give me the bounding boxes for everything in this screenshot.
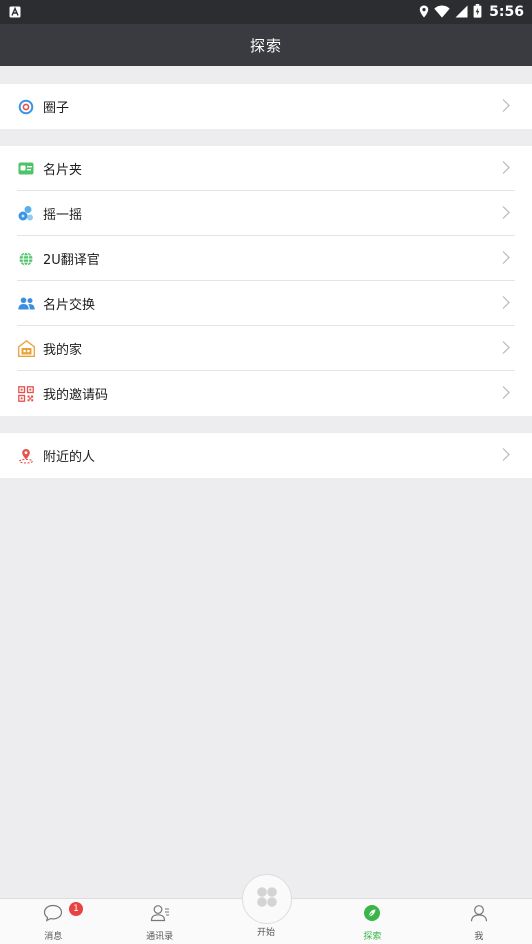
chevron-right-icon	[502, 294, 510, 313]
contacts-icon	[150, 904, 170, 926]
menu-item-label: 圈子	[43, 101, 70, 116]
menu-item-label: 我的邀请码	[43, 388, 109, 403]
people-exchange-icon	[17, 295, 35, 313]
menu-item-nearby-people[interactable]: 附近的人	[0, 433, 532, 478]
tab-explore[interactable]: 探索	[319, 899, 425, 944]
menu-group-tools: 名片夹 摇一摇 2U翻译官 名片交换 我的家 我的邀请码	[0, 146, 532, 416]
shake-icon	[17, 205, 35, 223]
status-bar: 5:56	[0, 0, 532, 24]
chevron-right-icon	[502, 446, 510, 465]
tab-contacts[interactable]: 通讯录	[106, 899, 212, 944]
location-icon	[419, 3, 429, 22]
chevron-right-icon	[502, 97, 510, 116]
page-title: 探索	[249, 36, 282, 55]
translate-globe-icon	[17, 250, 35, 268]
menu-item-label: 名片交换	[43, 298, 96, 313]
tab-label: 消息	[44, 932, 63, 942]
tab-messages[interactable]: 消息 1	[0, 899, 106, 944]
status-time: 5:56	[489, 4, 524, 20]
battery-icon	[473, 3, 482, 22]
notification-a-icon	[9, 3, 21, 22]
menu-item-invite-code[interactable]: 我的邀请码	[0, 371, 532, 416]
tab-me[interactable]: 我	[426, 899, 532, 944]
chevron-right-icon	[502, 384, 510, 403]
menu-group-circle: 圈子	[0, 84, 532, 129]
chevron-right-icon	[502, 159, 510, 178]
app-header: 探索	[0, 24, 532, 66]
start-button[interactable]	[242, 874, 292, 924]
menu-item-card-holder[interactable]: 名片夹	[0, 146, 532, 191]
menu-item-card-exchange[interactable]: 名片交换	[0, 281, 532, 326]
tab-label: 开始	[257, 928, 276, 938]
menu-item-shake[interactable]: 摇一摇	[0, 191, 532, 236]
home-icon	[17, 340, 35, 358]
tab-label: 通讯录	[146, 932, 174, 942]
menu-item-label: 2U翻译官	[43, 253, 100, 268]
chat-bubble-icon	[43, 904, 63, 926]
tab-label: 探索	[363, 932, 382, 942]
menu-item-label: 附近的人	[43, 450, 96, 465]
card-holder-icon	[17, 160, 35, 178]
explore-compass-icon	[363, 904, 381, 926]
tab-label: 我	[474, 932, 484, 942]
menu-item-my-home[interactable]: 我的家	[0, 326, 532, 371]
menu-item-translator[interactable]: 2U翻译官	[0, 236, 532, 281]
chevron-right-icon	[502, 249, 510, 268]
wifi-icon	[434, 3, 450, 22]
menu-group-nearby: 附近的人	[0, 433, 532, 478]
cell-signal-icon	[455, 3, 468, 22]
menu-item-label: 我的家	[43, 343, 83, 358]
user-icon	[470, 904, 488, 926]
chevron-right-icon	[502, 204, 510, 223]
qr-code-icon	[17, 385, 35, 403]
menu-item-label: 名片夹	[43, 163, 83, 178]
menu-item-circle[interactable]: 圈子	[0, 84, 532, 129]
unread-badge: 1	[69, 902, 83, 916]
circle-target-icon	[17, 98, 35, 116]
chevron-right-icon	[502, 339, 510, 358]
location-pin-icon	[17, 447, 35, 465]
start-grid-icon	[255, 885, 279, 913]
menu-item-label: 摇一摇	[43, 208, 83, 223]
